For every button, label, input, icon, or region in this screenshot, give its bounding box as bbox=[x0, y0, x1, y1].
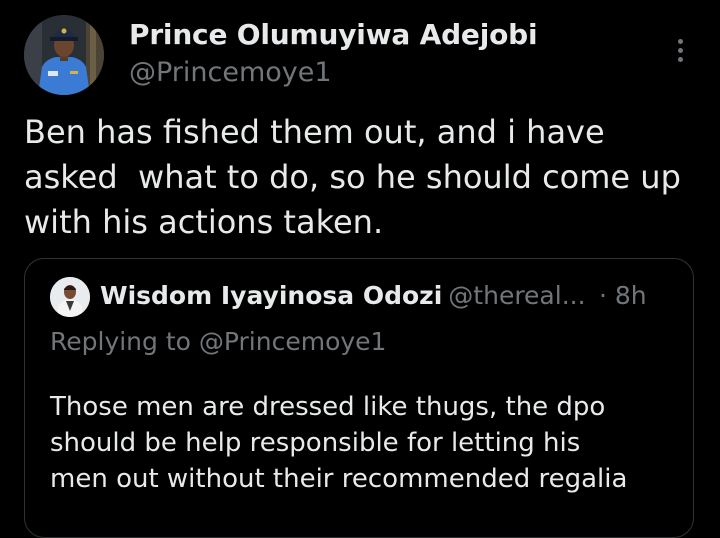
quoted-text-line: men out without their recommended regali… bbox=[50, 464, 628, 494]
author-avatar[interactable] bbox=[24, 15, 104, 95]
more-vertical-icon bbox=[677, 38, 683, 44]
quoted-tweet-card[interactable]: Wisdom Iyayinosa Odozi @thereal... · 8h R… bbox=[24, 258, 694, 538]
tweet-text-line: with his actions taken. bbox=[24, 203, 384, 241]
quoted-text-line: should be help responsible for letting h… bbox=[50, 428, 581, 458]
quoted-author-display-name[interactable]: Wisdom Iyayinosa Odozi bbox=[100, 281, 442, 310]
more-dot bbox=[677, 56, 683, 62]
replying-to-label[interactable]: Replying to @Princemoye1 bbox=[50, 327, 386, 356]
author-handle[interactable]: @Princemoye1 bbox=[129, 57, 332, 88]
tweet-text: Ben has fished them out, and i have aske… bbox=[24, 110, 714, 245]
quoted-tweet-text: Those men are dressed like thugs, the dp… bbox=[50, 389, 670, 497]
quoted-author-avatar[interactable] bbox=[50, 277, 90, 317]
quoted-tweet-timestamp[interactable]: · 8h bbox=[599, 281, 647, 310]
more-options-button[interactable] bbox=[664, 30, 696, 70]
quoted-author-handle[interactable]: @thereal... bbox=[448, 281, 585, 310]
more-dot bbox=[677, 47, 683, 53]
quoted-text-line: Those men are dressed like thugs, the dp… bbox=[50, 392, 606, 422]
tweet-text-line: asked what to do, so he should come up bbox=[24, 158, 681, 196]
police-officer-avatar-icon bbox=[24, 15, 104, 95]
tweet-text-line: Ben has fished them out, and i have bbox=[24, 113, 605, 151]
tweet: Prince Olumuyiwa Adejobi @Princemoye1 Be… bbox=[0, 0, 720, 538]
quoted-author-header: Wisdom Iyayinosa Odozi @thereal... bbox=[100, 281, 586, 310]
author-display-name[interactable]: Prince Olumuyiwa Adejobi bbox=[129, 18, 538, 51]
person-avatar-icon bbox=[50, 277, 90, 317]
